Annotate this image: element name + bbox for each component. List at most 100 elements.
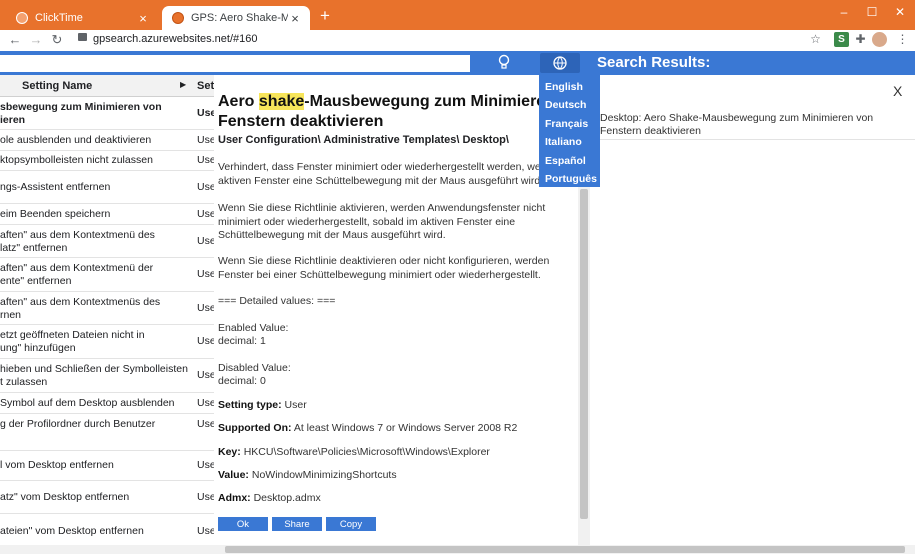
search-input[interactable] (0, 55, 470, 72)
row-scope: Use (197, 491, 214, 503)
table-row[interactable]: ateien" vom Desktop entfernen Use (0, 514, 214, 545)
lightbulb-icon[interactable] (495, 54, 513, 72)
table-row[interactable]: hieben und Schließen der Symbolleisten t … (0, 359, 214, 393)
new-tab-button[interactable]: + (316, 7, 334, 25)
enabled-value-label: Enabled Value: (218, 322, 289, 334)
disabled-value-label: Disabled Value: (218, 362, 291, 374)
registry-key: Key: HKCU\Software\Policies\Microsoft\Wi… (218, 446, 490, 458)
sort-arrow-icon[interactable]: ▶ (180, 80, 186, 89)
row-setting-name: aften" aus dem Kontextmenüs des rnen (0, 296, 161, 321)
table-row[interactable]: aften" aus dem Kontextmenü der ente" entf… (0, 258, 214, 292)
search-results-panel: X Desktop: Aero Shake-Mausbewegung zum M… (590, 75, 915, 545)
table-row[interactable]: ole ausblenden und deaktivieren Use (0, 130, 214, 151)
star-icon[interactable]: ☆ (808, 32, 823, 47)
close-results-icon[interactable]: X (893, 83, 902, 99)
policy-path: User Configuration\ Administrative Templ… (218, 134, 509, 146)
back-icon[interactable]: ← (6, 31, 24, 49)
forward-icon[interactable]: → (27, 31, 45, 49)
table-row[interactable]: sbewegung zum Minimieren vonieren User (0, 97, 214, 130)
table-row[interactable]: atz" vom Desktop entfernen Use (0, 481, 214, 514)
tab-clicktime[interactable]: ClickTime × (6, 6, 158, 30)
gps-favicon-icon (172, 12, 184, 24)
row-setting-name: g der Profilordner durch Benutzer (0, 418, 156, 430)
url-field[interactable]: gpsearch.azurewebsites.net/#160 (78, 33, 258, 45)
row-scope: User (197, 107, 214, 119)
window-close-icon[interactable]: ✕ (886, 3, 914, 21)
table-row[interactable]: etzt geöffneten Dateien nicht in ung" hin… (0, 325, 214, 359)
tab-close-icon[interactable]: × (136, 11, 150, 26)
row-scope: Use (197, 208, 214, 220)
language-option-deutsch[interactable]: Deutsch (539, 96, 600, 114)
disabled-value: decimal: 0 (218, 375, 266, 387)
tab-gps[interactable]: GPS: Aero Shake-Mausbewegung × (162, 6, 310, 30)
detail-scrollbar-thumb[interactable] (580, 189, 588, 519)
extension-icon[interactable]: S (834, 32, 849, 47)
policy-description: Wenn Sie diese Richtlinie aktivieren, we… (218, 202, 546, 241)
language-option-english[interactable]: English (539, 78, 600, 96)
registry-value: Value: NoWindowMinimizingShortcuts (218, 469, 397, 481)
puzzle-icon[interactable]: ✚ (853, 32, 868, 47)
copy-button[interactable]: Copy (326, 517, 376, 531)
table-row[interactable]: Symbol auf dem Desktop ausblenden Use (0, 393, 214, 414)
row-setting-name: ngs-Assistent entfernen (0, 181, 111, 193)
table-row[interactable]: g der Profilordner durch Benutzer Use (0, 414, 214, 451)
maximize-icon[interactable]: ☐ (858, 3, 886, 21)
row-setting-name: etzt geöffneten Dateien nicht in ung" hin… (0, 329, 145, 354)
row-scope: Use (197, 418, 214, 430)
table-row[interactable]: aften" aus dem Kontextmenü des latz" entf… (0, 225, 214, 258)
supported-on: Supported On: At least Windows 7 or Wind… (218, 422, 518, 434)
settings-table: Setting Name ▶ Sett sbewegung zum Minimi… (0, 75, 214, 545)
table-row[interactable]: ngs-Assistent entfernen Use (0, 171, 214, 204)
tab-label: GPS: Aero Shake-Mausbewegung (191, 12, 288, 24)
row-setting-name: atz" vom Desktop entfernen (0, 491, 130, 503)
row-scope: Use (197, 369, 214, 381)
row-setting-name: eim Beenden speichern (0, 208, 111, 220)
row-setting-name: ktopsymbolleisten nicht zulassen (0, 154, 153, 166)
ok-button[interactable]: Ok (218, 517, 268, 531)
row-scope: Use (197, 335, 214, 347)
horizontal-scrollbar-thumb[interactable] (225, 546, 905, 553)
table-row[interactable]: aften" aus dem Kontextmenüs des rnen Use (0, 292, 214, 325)
table-row[interactable]: eim Beenden speichern Use (0, 204, 214, 225)
row-setting-name: sbewegung zum Minimieren von ieren (0, 101, 162, 126)
url-text: gpsearch.azurewebsites.net/#160 (93, 33, 258, 45)
policy-description: Wenn Sie diese Richtlinie deaktivieren o… (218, 255, 550, 281)
share-button[interactable]: Share (272, 517, 322, 531)
row-setting-name: l vom Desktop entfernen (0, 459, 114, 471)
setting-type: Setting type: User (218, 399, 307, 411)
tab-label: ClickTime (35, 12, 83, 24)
language-option-portugues[interactable]: Português (539, 170, 600, 188)
search-result-item[interactable]: Desktop: Aero Shake-Mausbewegung zum Min… (600, 112, 890, 138)
avatar-icon[interactable] (872, 32, 887, 47)
policy-description: Verhindert, dass Fenster minimiert oder … (218, 161, 567, 187)
globe-icon (553, 56, 567, 70)
row-scope: Use (197, 154, 214, 166)
clicktime-favicon-icon (16, 12, 28, 24)
lock-icon (78, 33, 87, 41)
row-setting-name: Symbol auf dem Desktop ausblenden (0, 397, 175, 409)
row-setting-name: ole ausblenden und deaktivieren (0, 134, 152, 146)
results-divider (596, 139, 915, 140)
language-option-espanol[interactable]: Español (539, 152, 600, 170)
column-header-setting-name[interactable]: Setting Name (22, 80, 92, 92)
row-setting-name: hieben und Schließen der Symbolleisten t … (0, 363, 188, 388)
language-menu: English Deutsch Français Italiano Españo… (539, 75, 600, 187)
policy-title: Aero shake-Mausbewegung zum Minimieren v… (218, 93, 588, 130)
browser-tab-bar: ClickTime × GPS: Aero Shake-Mausbewegung… (0, 0, 915, 30)
page-header: Search Results: (0, 51, 915, 75)
language-option-francais[interactable]: Français (539, 115, 600, 133)
admx-file: Admx: Desktop.admx (218, 492, 321, 504)
enabled-value: decimal: 1 (218, 335, 266, 347)
menu-icon[interactable]: ⋮ (895, 32, 910, 47)
tab-close-icon[interactable]: × (288, 11, 302, 26)
row-scope: Use (197, 134, 214, 146)
language-option-italiano[interactable]: Italiano (539, 133, 600, 151)
address-bar: ← → ↻ gpsearch.azurewebsites.net/#160 ☆ … (0, 30, 915, 50)
language-button[interactable] (540, 53, 580, 73)
table-row[interactable]: l vom Desktop entfernen Use (0, 451, 214, 481)
minimize-icon[interactable]: – (830, 3, 858, 21)
row-scope: Use (197, 525, 214, 537)
column-header-setting[interactable]: Sett (197, 80, 214, 92)
table-row[interactable]: ktopsymbolleisten nicht zulassen Use (0, 151, 214, 171)
reload-icon[interactable]: ↻ (48, 31, 66, 49)
